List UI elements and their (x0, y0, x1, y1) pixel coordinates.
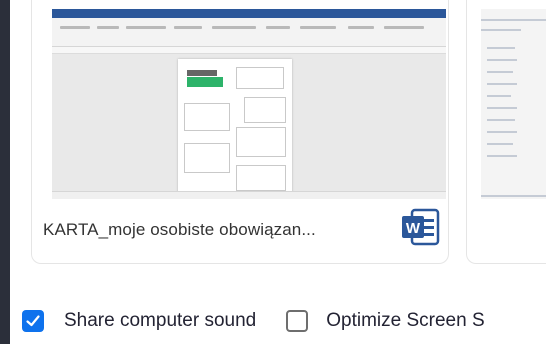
share-window-card[interactable] (466, 0, 546, 264)
optimize-screen-checkbox[interactable] (286, 310, 309, 332)
word-icon-letter: W (406, 220, 421, 237)
window-thumbnail (52, 9, 446, 199)
optimize-screen-label[interactable]: Optimize Screen S (326, 310, 484, 332)
share-options: Share computer sound Optimize Screen S (22, 308, 485, 334)
share-window-card[interactable]: KARTA_moje osobiste obowiązan... W (31, 0, 449, 264)
check-icon (26, 315, 40, 327)
share-sound-checkbox[interactable] (22, 310, 44, 332)
window-title: KARTA_moje osobiste obowiązan... (43, 220, 316, 239)
window-thumbnail (481, 9, 546, 199)
share-sound-label[interactable]: Share computer sound (64, 310, 256, 332)
word-icon: W (402, 208, 440, 246)
window-edge (0, 0, 10, 344)
